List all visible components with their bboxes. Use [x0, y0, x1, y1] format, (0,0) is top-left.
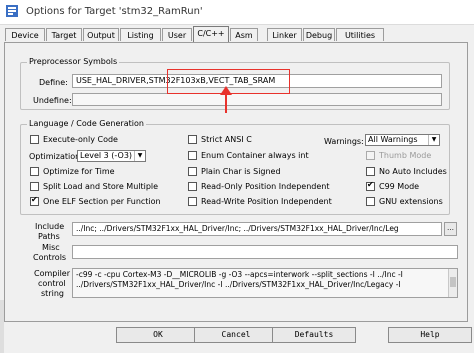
rw-pi-checkbox[interactable] [188, 197, 197, 206]
window-title: Options for Target 'stm32_RamRun' [26, 6, 203, 17]
plain-char-label: Plain Char is Signed [201, 167, 281, 176]
no-auto-includes-label: No Auto Includes [379, 167, 447, 176]
tab-device[interactable]: Device [5, 28, 45, 41]
ro-pi-checkbox[interactable] [188, 182, 197, 191]
tab-listing[interactable]: Listing [120, 28, 161, 41]
compiler-control-line-1: -c99 -c -cpu Cortex-M3 -D__MICROLIB -g -… [76, 270, 403, 279]
one-elf-checkbox[interactable] [30, 195, 39, 206]
include-paths-input[interactable]: ../Inc; ../Drivers/STM32F1xx_HAL_Driver/… [72, 222, 442, 236]
compiler-control-label-line3: string [41, 289, 64, 298]
define-label: Define: [39, 78, 68, 87]
compiler-control-label-line2: control [38, 279, 66, 288]
defaults-button[interactable]: Defaults [272, 327, 356, 343]
split-load-label: Split Load and Store Multiple [43, 182, 159, 191]
compiler-control-scrollbar[interactable] [448, 269, 457, 297]
warnings-select[interactable]: All Warnings ▼ [365, 134, 440, 146]
include-paths-label-line2: Paths [38, 232, 60, 241]
background-window-edge [0, 300, 4, 353]
define-input[interactable]: USE_HAL_DRIVER,STM32F103xB,VECT_TAB_SRAM [72, 74, 442, 88]
tab-target[interactable]: Target [46, 28, 82, 41]
execute-only-label: Execute-only Code [43, 135, 118, 144]
rw-pi-label: Read-Write Position Independent [201, 197, 332, 206]
codegen-legend: Language / Code Generation [27, 119, 146, 128]
optimization-value: Level 3 (-O3) [80, 151, 133, 160]
enum-container-label: Enum Container always int [201, 151, 309, 160]
ok-button[interactable]: OK [116, 327, 200, 343]
optimize-time-checkbox[interactable] [30, 167, 39, 176]
enum-container-checkbox[interactable] [188, 151, 197, 160]
undefine-input[interactable] [72, 93, 442, 106]
gnu-extensions-label: GNU extensions [379, 197, 443, 206]
strict-ansi-label: Strict ANSI C [201, 135, 252, 144]
tab-debug[interactable]: Debug [303, 28, 335, 41]
misc-controls-input[interactable] [72, 245, 458, 259]
tab-cpp[interactable]: C/C++ [193, 26, 229, 42]
scrollbar-thumb[interactable] [450, 277, 456, 287]
no-auto-includes-checkbox[interactable] [366, 167, 375, 176]
c99-mode-checkbox[interactable] [366, 180, 375, 191]
thumb-mode-checkbox[interactable] [366, 151, 375, 160]
strict-ansi-checkbox[interactable] [188, 135, 197, 144]
gnu-extensions-checkbox[interactable] [366, 197, 375, 206]
title-bar: Options for Target 'stm32_RamRun' [0, 0, 474, 25]
warnings-label: Warnings: [324, 137, 364, 146]
ro-pi-label: Read-Only Position Independent [201, 182, 330, 191]
c99-mode-label: C99 Mode [379, 182, 420, 191]
dialog-footer: OK Cancel Defaults Help [0, 322, 474, 353]
misc-controls-label-line1: Misc [42, 243, 60, 252]
compiler-control-line-2: ../Drivers/STM32F1xx_HAL_Driver/Inc -I .… [76, 280, 401, 289]
tab-bar: Device Target Output Listing User C/C++ … [0, 26, 474, 42]
optimization-select[interactable]: Level 3 (-O3) ▼ [77, 150, 146, 162]
undefine-label: Undefine: [33, 96, 72, 105]
chevron-down-icon: ▼ [134, 151, 145, 161]
preprocessor-legend: Preprocessor Symbols [27, 57, 120, 66]
tab-utilities[interactable]: Utilities [336, 28, 384, 41]
compiler-control-string: -c99 -c -cpu Cortex-M3 -D__MICROLIB -g -… [72, 268, 458, 298]
compiler-control-label-line1: Compiler [34, 269, 71, 278]
warnings-value: All Warnings [368, 135, 418, 144]
include-paths-browse-button[interactable]: … [444, 222, 457, 236]
include-paths-label-line1: Include [35, 222, 65, 231]
optimize-time-label: Optimize for Time [43, 167, 115, 176]
execute-only-checkbox[interactable] [30, 135, 39, 144]
help-button[interactable]: Help [388, 327, 472, 343]
optimization-label: Optimization: [29, 152, 83, 161]
keil-app-icon [6, 5, 18, 17]
misc-controls-label-line2: Controls [33, 253, 67, 262]
split-load-checkbox[interactable] [30, 182, 39, 191]
tab-linker[interactable]: Linker [267, 28, 302, 41]
chevron-down-icon: ▼ [428, 135, 439, 145]
plain-char-checkbox[interactable] [188, 167, 197, 176]
cancel-button[interactable]: Cancel [194, 327, 278, 343]
tab-user[interactable]: User [162, 28, 192, 41]
one-elf-label: One ELF Section per Function [43, 197, 161, 206]
tab-asm[interactable]: Asm [230, 28, 258, 41]
thumb-mode-label: Thumb Mode [379, 151, 432, 160]
tab-output[interactable]: Output [83, 28, 119, 41]
